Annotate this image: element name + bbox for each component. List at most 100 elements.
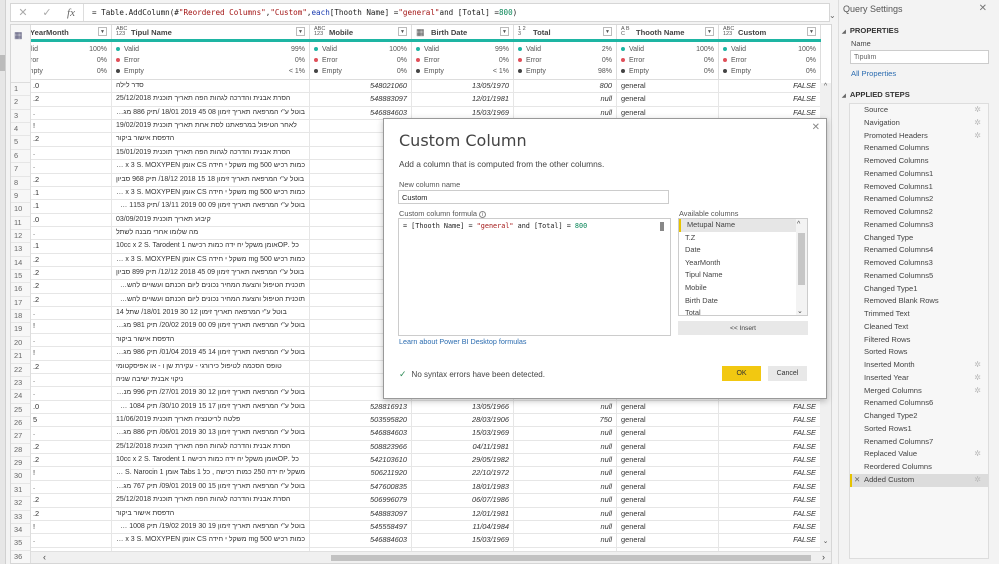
horizontal-scrollbar[interactable]: ‹ › <box>31 551 831 563</box>
applied-step[interactable]: Removed Columns2 <box>850 206 988 219</box>
table-cell[interactable]: FALSE <box>719 507 821 520</box>
table-cell[interactable]: 28/03/1906 <box>412 413 514 427</box>
table-cell[interactable]: תוכנית הטיפול והצעת המחיר נכונים ליום הכ… <box>112 293 310 307</box>
chevron-down-icon[interactable]: ⌄ <box>829 11 836 20</box>
table-cell[interactable]: general <box>617 534 719 547</box>
applied-step[interactable]: Renamed Columns7 <box>850 436 988 449</box>
table-cell[interactable]: 800 <box>514 80 617 93</box>
table-cell[interactable]: בוטל ע"י המרפאה תאריך זימון 13 30 2019 0… <box>112 427 310 440</box>
available-column-item[interactable]: Mobile <box>679 282 807 295</box>
table-cell[interactable]: . <box>31 226 112 240</box>
table-cell[interactable]: 545558497 <box>310 520 412 534</box>
table-cell[interactable]: . <box>31 427 112 440</box>
table-cell[interactable]: כל .OPאומן משקל יח ידה כמות רכישה 1 10cc… <box>112 454 310 467</box>
applied-step[interactable]: Changed Type1 <box>850 283 988 296</box>
table-cell[interactable]: 15/03/1969 <box>412 534 514 547</box>
table-cell[interactable]: 18/01/1983 <box>412 480 514 494</box>
row-number[interactable]: 23 <box>11 377 30 391</box>
custom-formula-editor[interactable]: = [Thooth Name] = "general" and [Total] … <box>398 218 671 336</box>
table-cell[interactable]: בוטל ע"י המרפאה תאריך זימון 14 45 2019 0… <box>112 347 310 360</box>
row-number[interactable]: 8 <box>11 177 30 190</box>
row-number[interactable]: 25 <box>11 404 30 417</box>
table-cell[interactable]: 546884603 <box>310 427 412 440</box>
insert-button[interactable]: << Insert <box>678 321 808 335</box>
type-icon[interactable]: ABC 123 <box>314 26 326 37</box>
applied-step[interactable]: Removed Columns1 <box>850 181 988 194</box>
table-cell[interactable]: .2 <box>31 440 112 454</box>
row-number[interactable]: 36 <box>11 551 30 563</box>
queries-pane-scroll-thumb[interactable] <box>0 55 5 71</box>
table-cell[interactable]: 15/03/1969 <box>412 427 514 440</box>
info-icon[interactable]: i <box>479 211 487 218</box>
row-number[interactable]: 35 <box>11 537 30 551</box>
table-cell[interactable]: .2 <box>31 173 112 186</box>
row-number[interactable]: 22 <box>11 364 30 377</box>
row-number[interactable]: 31 <box>11 484 30 498</box>
table-cell[interactable]: general <box>617 507 719 520</box>
table-cell[interactable]: מה שלומו אחרי מבנה לשתל <box>112 226 310 240</box>
table-cell[interactable]: general <box>617 480 719 494</box>
delete-step-icon[interactable]: ✕ <box>854 474 860 487</box>
type-icon[interactable]: ABC 123 <box>723 26 735 37</box>
applied-step[interactable]: Source ✲ <box>850 104 988 117</box>
table-cell[interactable]: 22/10/1972 <box>412 467 514 480</box>
table-cell[interactable]: 503595820 <box>310 413 412 427</box>
table-cell[interactable]: ! <box>31 120 112 133</box>
table-cell[interactable]: null <box>514 494 617 507</box>
gear-icon[interactable]: ✲ <box>974 359 981 372</box>
gear-icon[interactable]: ✲ <box>974 104 981 117</box>
row-number[interactable]: 16 <box>11 283 30 297</box>
table-cell[interactable]: בוטל ע"י המרפאה תאריך זימון 09 00 2019 1… <box>112 200 310 213</box>
table-cell[interactable]: בוטל ע"י המרפאה תאריך זימון 12 30 2019 2… <box>112 387 310 400</box>
table-cell[interactable]: .2 <box>31 360 112 373</box>
close-icon[interactable]: ✕ <box>11 6 35 19</box>
table-cell[interactable]: כמות רכיש mg 500 משקל י חידה CS אומן CS … <box>112 534 310 547</box>
row-number[interactable]: 9 <box>11 190 30 204</box>
table-cell[interactable]: . <box>31 160 112 173</box>
check-icon[interactable]: ✓ <box>35 6 59 19</box>
table-cell[interactable]: . <box>31 373 112 387</box>
table-cell[interactable]: null <box>514 93 617 106</box>
row-number[interactable]: 33 <box>11 511 30 524</box>
applied-step[interactable]: Cleaned Text <box>850 321 988 334</box>
table-cell[interactable]: FALSE <box>719 80 821 93</box>
table-cell[interactable]: null <box>514 427 617 440</box>
applied-step[interactable]: Renamed Columns5 <box>850 270 988 283</box>
list-scrollbar[interactable]: ^ ⌄ <box>796 219 807 315</box>
table-cell[interactable]: FALSE <box>719 440 821 454</box>
table-cell[interactable]: . <box>31 106 112 120</box>
table-cell[interactable]: FALSE <box>719 480 821 494</box>
table-cell[interactable]: FALSE <box>719 534 821 547</box>
table-cell[interactable]: הדפסת אישור ביקור <box>112 507 310 520</box>
applied-step[interactable]: Reordered Columns <box>850 461 988 474</box>
applied-step[interactable]: Renamed Columns2 <box>850 193 988 206</box>
row-number[interactable]: 28 <box>11 444 30 458</box>
table-cell[interactable]: FALSE <box>719 520 821 534</box>
query-name-input[interactable] <box>850 50 989 64</box>
table-cell[interactable]: טופס הסכמה לטיפול כירורגי - עקירת שן ו -… <box>112 360 310 373</box>
row-number[interactable]: 6 <box>11 150 30 164</box>
dropdown-icon[interactable]: ▼ <box>98 27 107 36</box>
available-column-item[interactable]: Metupal Name <box>679 219 807 232</box>
formula-input[interactable]: = Table.AddColumn(# "Reordered Columns", … <box>83 4 829 21</box>
table-cell[interactable]: 528816913 <box>310 400 412 413</box>
applied-step[interactable]: Renamed Columns3 <box>850 219 988 232</box>
table-cell[interactable]: בוטל ע"י המרפאה תאריך זימון 15 00 2019 0… <box>112 480 310 494</box>
table-cell[interactable]: בוטל ע"י המרפאה תאריך זימון 17 15 2019 3… <box>112 400 310 413</box>
applied-step[interactable]: Renamed Columns4 <box>850 244 988 257</box>
row-number[interactable]: 32 <box>11 497 30 511</box>
available-column-item[interactable]: Tipul Name <box>679 269 807 282</box>
table-cell[interactable]: 548021060 <box>310 80 412 93</box>
table-cell[interactable]: תוכנית הטיפול והצעת המחיר נכונים ליום הכ… <box>112 280 310 293</box>
row-number[interactable]: 34 <box>11 524 30 538</box>
table-cell[interactable]: .2 <box>31 454 112 467</box>
table-cell[interactable]: .0 <box>31 213 112 226</box>
applied-steps-header[interactable]: ◢ APPLIED STEPS <box>842 90 910 99</box>
table-cell[interactable]: . <box>31 387 112 400</box>
table-cell[interactable]: general <box>617 494 719 507</box>
table-cell[interactable]: 13/05/1970 <box>412 80 514 93</box>
table-cell[interactable]: 508823966 <box>310 440 412 454</box>
available-column-item[interactable]: Date <box>679 244 807 257</box>
ok-button[interactable]: OK <box>722 366 761 381</box>
row-number[interactable]: 18 <box>11 310 30 324</box>
